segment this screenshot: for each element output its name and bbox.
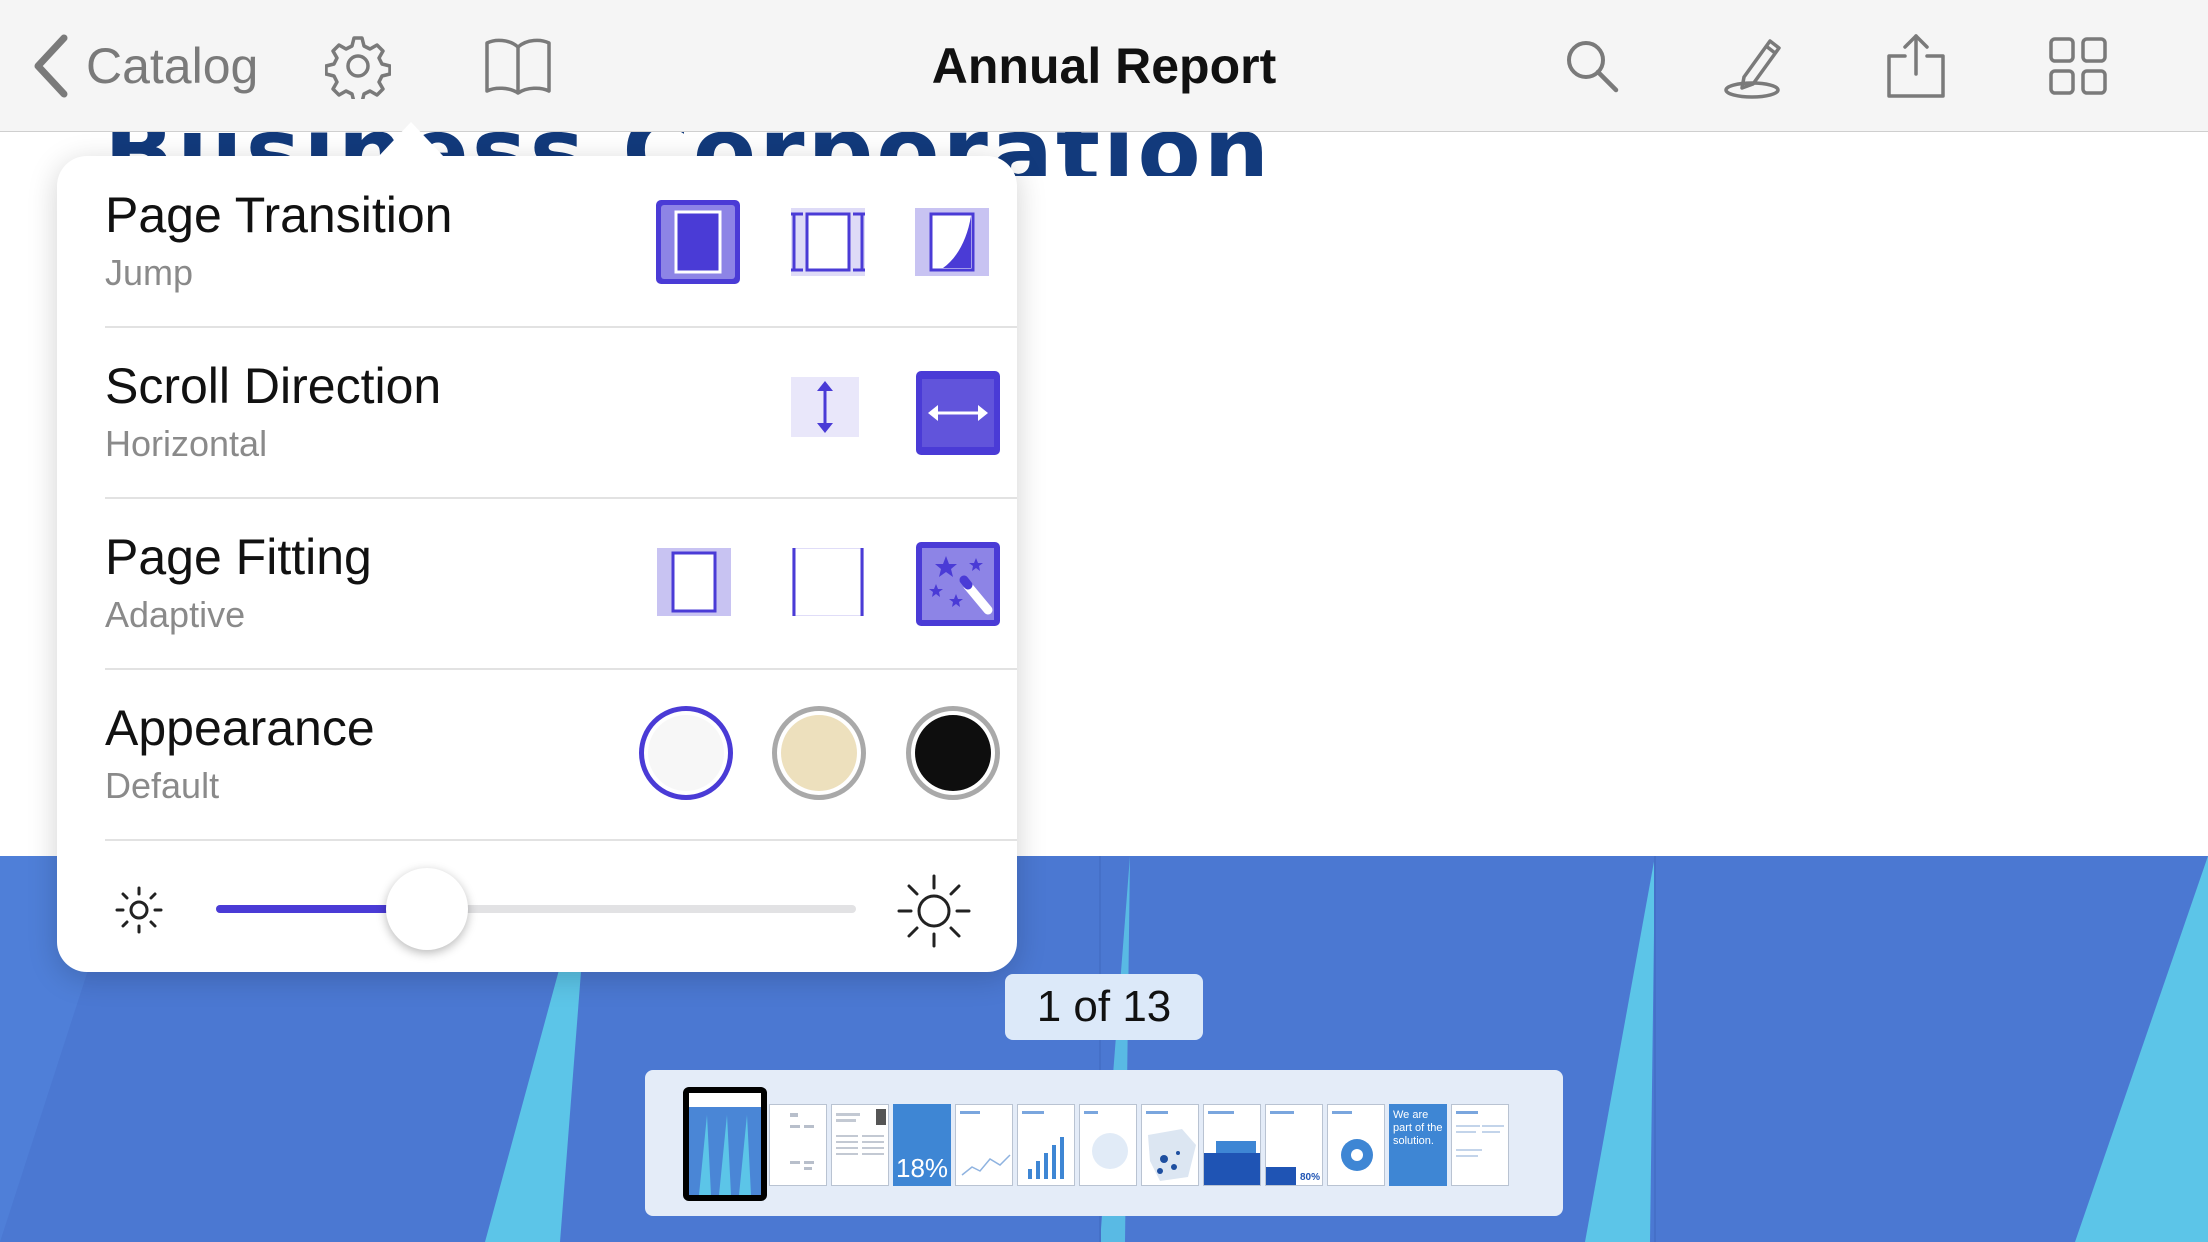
fit-width-icon [792, 548, 864, 616]
thumbnail-page-10-stat: 80% [1299, 1172, 1320, 1183]
thumbnail-art [689, 1093, 761, 1195]
slide-transition-icon [791, 208, 865, 276]
page-fitting-title: Page Fitting [105, 529, 372, 585]
vertical-scroll-option[interactable] [791, 377, 859, 437]
book-icon [485, 38, 551, 95]
page-transition-title: Page Transition [105, 187, 453, 243]
swatch-fill [915, 715, 991, 791]
appearance-title: Appearance [105, 700, 375, 756]
thumbnail-art [960, 1111, 1011, 1176]
thumbnail-art [1332, 1111, 1373, 1171]
thumbnail-page-8[interactable] [1141, 1104, 1199, 1186]
thumbnail-art [790, 1113, 814, 1170]
page-transition-value: Jump [105, 252, 194, 293]
adaptive-fit-option[interactable] [916, 542, 1000, 626]
page-fitting-value: Adaptive [105, 594, 246, 635]
thumbnail-art [1204, 1111, 1260, 1185]
chevron-left-icon [34, 34, 68, 98]
popover-arrow [377, 122, 445, 158]
brightness-slider[interactable] [216, 868, 856, 950]
thumbnail-page-5[interactable] [955, 1104, 1013, 1186]
gear-icon [325, 36, 391, 99]
thumbnail-page-3[interactable] [831, 1104, 889, 1186]
brightness-low-icon [115, 886, 163, 934]
thumbnail-page-6[interactable] [1017, 1104, 1075, 1186]
library-button[interactable] [478, 26, 558, 106]
brightness-row [57, 846, 1017, 972]
thumbnail-page-12[interactable]: We are part of the solution. [1389, 1104, 1447, 1186]
search-icon [1567, 41, 1619, 93]
page-fitting-row: Page Fitting Adaptive [105, 498, 1017, 670]
top-toolbar: Catalog Annual Report [0, 0, 2208, 132]
share-button[interactable] [1876, 26, 1956, 106]
curl-transition-option[interactable] [915, 208, 989, 276]
back-button-label: Catalog [86, 38, 259, 94]
brightness-slider-thumb[interactable] [386, 868, 469, 950]
thumbnail-art [836, 1109, 886, 1155]
slide-transition-option[interactable] [791, 208, 865, 276]
curl-transition-icon [915, 208, 989, 276]
scroll-direction-value: Horizontal [105, 423, 268, 464]
thumbnail-page-1[interactable] [683, 1087, 767, 1201]
appearance-sepia-swatch[interactable] [772, 706, 866, 800]
thumbnail-art [1084, 1111, 1128, 1169]
search-button[interactable] [1552, 26, 1632, 106]
vertical-scroll-icon [791, 377, 859, 437]
settings-button[interactable] [318, 26, 398, 106]
thumbnail-page-4[interactable]: 18% [893, 1104, 951, 1186]
horizontal-scroll-icon [916, 371, 1000, 455]
thumbnail-page-13[interactable] [1451, 1104, 1509, 1186]
grid-icon [2049, 37, 2107, 95]
thumbnail-page-10[interactable]: 80% [1265, 1104, 1323, 1186]
back-button[interactable]: Catalog [30, 28, 258, 104]
thumbnail-page-2[interactable] [769, 1104, 827, 1186]
swatch-fill [781, 715, 857, 791]
appearance-default-swatch[interactable] [639, 706, 733, 800]
thumbnail-art [1456, 1111, 1504, 1157]
jump-transition-icon [656, 200, 740, 284]
thumbnail-page-4-stat: 18% [896, 1153, 949, 1183]
swatch-fill [648, 715, 724, 791]
thumbnail-art [1146, 1111, 1196, 1181]
appearance-night-swatch[interactable] [906, 706, 1000, 800]
page-counter: 1 of 13 [1005, 974, 1203, 1040]
appearance-value: Default [105, 765, 220, 806]
settings-popover: Page Transition Jump Scroll Direction Ho… [57, 122, 1017, 972]
thumbnail-page-9[interactable] [1203, 1104, 1261, 1186]
magic-wand-icon [916, 542, 1000, 626]
thumbnail-art [1022, 1111, 1064, 1179]
scroll-direction-title: Scroll Direction [105, 358, 442, 414]
brightness-high-icon [897, 874, 971, 948]
share-icon [1887, 34, 1945, 98]
fit-page-icon [657, 548, 731, 616]
annotate-button[interactable] [1714, 26, 1794, 106]
fit-width-option[interactable] [791, 548, 865, 616]
grid-view-button[interactable] [2038, 26, 2118, 106]
horizontal-scroll-option[interactable] [916, 371, 1000, 455]
appearance-row: Appearance Default [105, 669, 1017, 841]
thumbnail-page-11[interactable] [1327, 1104, 1385, 1186]
pen-icon [1724, 39, 1781, 99]
scroll-direction-row: Scroll Direction Horizontal [105, 327, 1017, 499]
thumbnail-page-7[interactable] [1079, 1104, 1137, 1186]
jump-transition-option[interactable] [656, 200, 740, 284]
page-thumbnail-strip[interactable]: 18% 80% We are part of the solution. [645, 1070, 1563, 1216]
page-transition-row: Page Transition Jump [105, 156, 1017, 328]
thumbnail-page-12-text: We are part of the solution. [1393, 1109, 1443, 1147]
fit-page-option[interactable] [657, 548, 731, 616]
